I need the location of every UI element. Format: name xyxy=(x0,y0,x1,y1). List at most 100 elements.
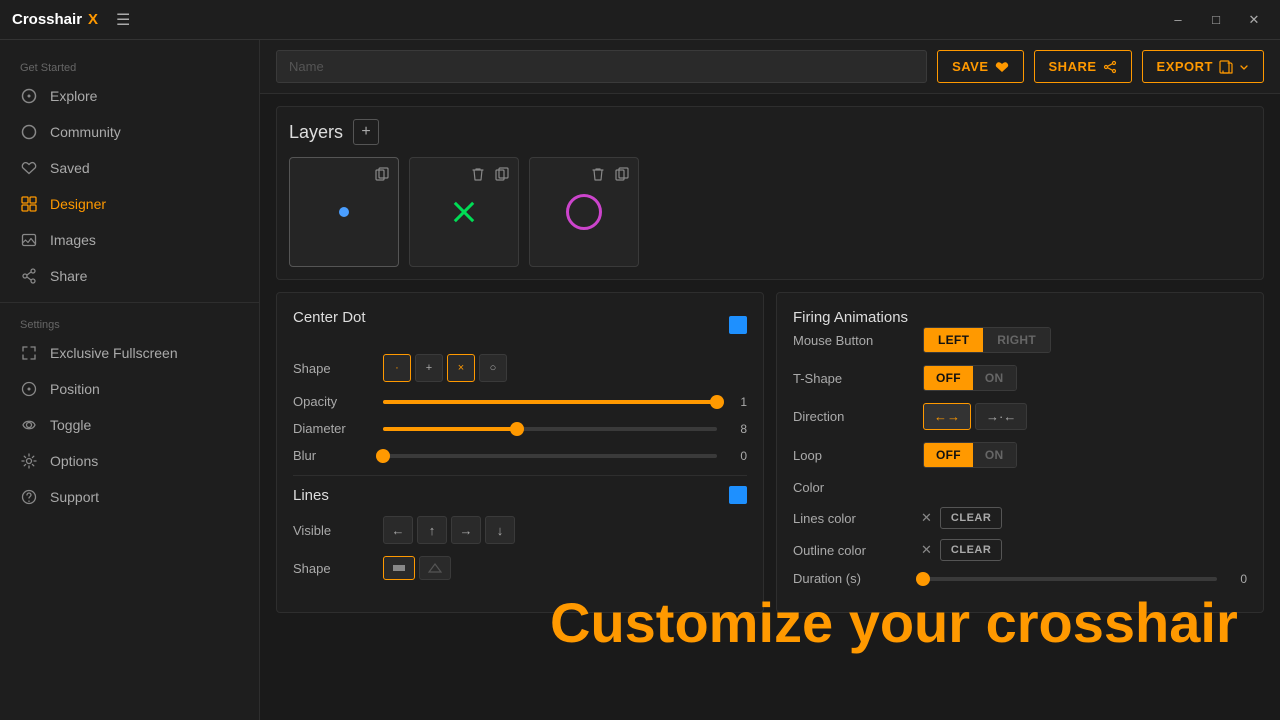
shape-cross-button[interactable]: × xyxy=(447,354,475,382)
lines-color-label: Lines color xyxy=(793,511,913,526)
sidebar-item-position[interactable]: Position xyxy=(0,371,259,407)
mouse-left-button[interactable]: LEFT xyxy=(924,328,983,352)
direction-label: Direction xyxy=(793,409,913,424)
layer-card-3[interactable] xyxy=(529,157,639,267)
lines-color-swatch[interactable] xyxy=(729,486,747,504)
vis-right-button[interactable]: → xyxy=(451,516,481,544)
minimize-button[interactable]: – xyxy=(1164,6,1192,34)
layer-2-duplicate-icon[interactable] xyxy=(492,164,512,184)
shape-circle-button[interactable]: ○ xyxy=(479,354,507,382)
loop-on-button[interactable]: ON xyxy=(973,443,1016,467)
layer-2-delete-icon[interactable] xyxy=(468,164,488,184)
direction-outward-button[interactable]: →·← xyxy=(975,403,1027,430)
maximize-button[interactable]: □ xyxy=(1202,6,1230,34)
sidebar-item-toggle[interactable]: Toggle xyxy=(0,407,259,443)
export-button[interactable]: EXPORT xyxy=(1142,50,1264,83)
sidebar-item-images[interactable]: Images xyxy=(0,222,259,258)
opacity-value: 1 xyxy=(727,395,747,409)
sidebar-item-community[interactable]: Community xyxy=(0,114,259,150)
sidebar-item-designer[interactable]: Designer xyxy=(0,186,259,222)
layer-3-duplicate-icon[interactable] xyxy=(612,164,632,184)
blur-row: Blur 0 xyxy=(293,448,747,463)
diameter-slider[interactable] xyxy=(383,427,717,431)
tshape-toggle-group: OFF ON xyxy=(923,365,1017,391)
layers-list xyxy=(289,157,1251,267)
mouse-button-row: Mouse Button LEFT RIGHT xyxy=(793,327,1247,353)
designer-label: Designer xyxy=(50,196,106,212)
layer-card-2[interactable] xyxy=(409,157,519,267)
direction-left-right-button[interactable]: ←→ xyxy=(923,403,971,430)
blur-label: Blur xyxy=(293,448,373,463)
outline-color-label: Outline color xyxy=(793,543,913,558)
vis-left-button[interactable]: ← xyxy=(383,516,413,544)
sidebar-item-share[interactable]: Share xyxy=(0,258,259,294)
layers-section: Layers + xyxy=(276,106,1264,280)
export-dropdown-icon xyxy=(1239,62,1249,72)
tshape-off-button[interactable]: OFF xyxy=(924,366,973,390)
outline-color-clear-button[interactable]: CLEAR xyxy=(940,539,1002,561)
sidebar-item-options[interactable]: Options xyxy=(0,443,259,479)
images-label: Images xyxy=(50,232,96,248)
hamburger-button[interactable]: ☰ xyxy=(116,10,130,30)
loop-off-button[interactable]: OFF xyxy=(924,443,973,467)
save-button[interactable]: SAVE xyxy=(937,50,1023,83)
layer-1-duplicate-icon[interactable] xyxy=(372,164,392,184)
center-dot-color-swatch[interactable] xyxy=(729,316,747,334)
sidebar-item-exclusive-fullscreen[interactable]: Exclusive Fullscreen xyxy=(0,335,259,371)
shape-plus-button[interactable]: + xyxy=(415,354,443,382)
lines-header: Lines xyxy=(293,486,747,504)
blur-slider[interactable] xyxy=(383,454,717,458)
community-icon xyxy=(20,123,38,141)
save-heart-icon xyxy=(995,60,1009,74)
position-icon xyxy=(20,380,38,398)
blur-thumb[interactable] xyxy=(376,449,390,463)
exclusive-fullscreen-icon xyxy=(20,344,38,362)
center-dot-panel: Center Dot Shape · + × ○ Opacity xyxy=(276,292,764,613)
layer-card-1[interactable] xyxy=(289,157,399,267)
layers-header: Layers + xyxy=(289,119,1251,145)
layers-add-button[interactable]: + xyxy=(353,119,379,145)
outline-color-x-button[interactable]: ✕ xyxy=(921,542,932,558)
opacity-slider[interactable] xyxy=(383,400,717,404)
name-input[interactable] xyxy=(276,50,927,83)
close-button[interactable]: ✕ xyxy=(1240,6,1268,34)
sidebar-item-saved[interactable]: Saved xyxy=(0,150,259,186)
lines-shape-triangle-button[interactable] xyxy=(419,556,451,580)
shape-buttons: · + × ○ xyxy=(383,354,747,382)
duration-value: 0 xyxy=(1227,572,1247,586)
opacity-thumb[interactable] xyxy=(710,395,724,409)
loop-label: Loop xyxy=(793,448,913,463)
lines-shape-buttons xyxy=(383,556,451,580)
direction-buttons: ←→ →·← xyxy=(923,403,1027,430)
opacity-row: Opacity 1 xyxy=(293,394,747,409)
share-link-icon xyxy=(1103,60,1117,74)
blur-value: 0 xyxy=(727,449,747,463)
share-button[interactable]: SHARE xyxy=(1034,50,1132,83)
sidebar-item-explore[interactable]: Explore xyxy=(0,78,259,114)
duration-thumb[interactable] xyxy=(916,572,930,586)
vis-up-button[interactable]: ↑ xyxy=(417,516,447,544)
lines-title: Lines xyxy=(293,487,329,504)
vis-down-button[interactable]: ↓ xyxy=(485,516,515,544)
shape-dot-button[interactable]: · xyxy=(383,354,411,382)
content-area: Customize your crosshair SAVE SHARE EXPO… xyxy=(260,40,1280,720)
layer-2-icons xyxy=(468,164,512,184)
mouse-right-button[interactable]: RIGHT xyxy=(983,328,1050,352)
app-title-x: X xyxy=(88,11,98,28)
explore-icon xyxy=(20,87,38,105)
lines-shape-rect-button[interactable] xyxy=(383,556,415,580)
lines-color-clear-button[interactable]: CLEAR xyxy=(940,507,1002,529)
duration-slider[interactable] xyxy=(923,577,1217,581)
layers-title: Layers xyxy=(289,122,343,143)
lines-color-x-button[interactable]: ✕ xyxy=(921,510,932,526)
sidebar-item-support[interactable]: Support xyxy=(0,479,259,515)
layer-2-preview-cross xyxy=(449,197,479,227)
options-label: Options xyxy=(50,453,98,469)
firing-animations-title: Firing Animations xyxy=(793,309,908,326)
tshape-on-button[interactable]: ON xyxy=(973,366,1016,390)
diameter-thumb[interactable] xyxy=(510,422,524,436)
center-dot-title: Center Dot xyxy=(293,309,366,326)
exclusive-fullscreen-label: Exclusive Fullscreen xyxy=(50,345,178,361)
layer-3-delete-icon[interactable] xyxy=(588,164,608,184)
sidebar: Get Started Explore Community Saved xyxy=(0,40,260,720)
